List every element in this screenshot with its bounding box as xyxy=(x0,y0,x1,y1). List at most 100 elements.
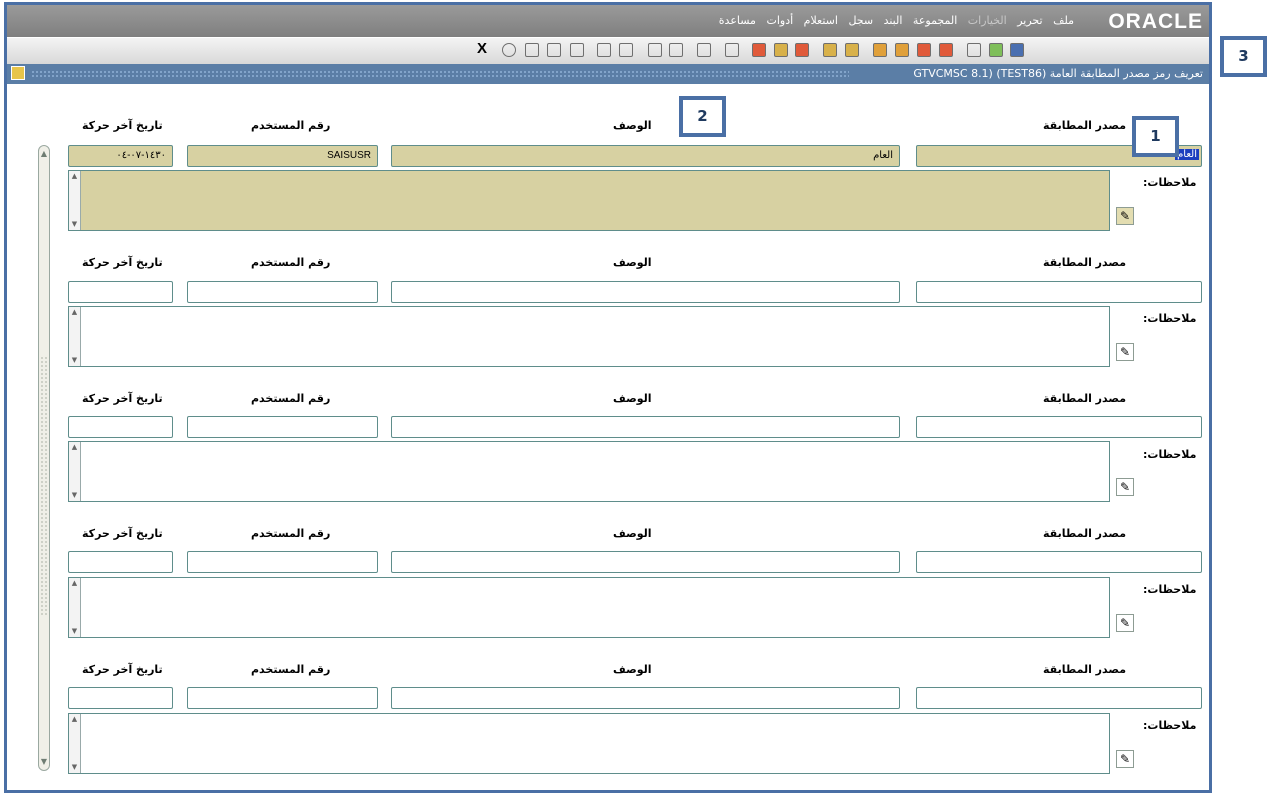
menu-block[interactable]: المجموعة xyxy=(913,14,957,27)
notes-scroll-down-icon[interactable]: ▼ xyxy=(70,763,79,772)
notes-scroll-up-icon[interactable]: ▲ xyxy=(70,172,79,181)
description-header: الوصف xyxy=(613,527,652,540)
enter-query-icon[interactable] xyxy=(795,43,809,57)
notes-scroll-up-icon[interactable]: ▲ xyxy=(70,443,79,452)
menu-query[interactable]: استعلام xyxy=(804,14,838,27)
scroll-down-icon[interactable]: ▼ xyxy=(39,757,49,767)
back-icon[interactable] xyxy=(570,43,584,57)
notes-scrollbar[interactable]: ▲ ▼ xyxy=(69,578,81,637)
user-id-header: رقم المستخدم xyxy=(251,256,331,269)
notes-field[interactable]: ▲ ▼ xyxy=(68,441,1110,502)
user-id-field[interactable]: SAISUSR xyxy=(187,145,378,167)
attachment-icon[interactable] xyxy=(725,43,739,57)
user-id-field[interactable] xyxy=(187,416,378,438)
next-block-icon[interactable] xyxy=(619,43,633,57)
notes-field[interactable]: ▲ ▼ xyxy=(68,713,1110,774)
notes-field[interactable]: ▲ ▼ xyxy=(68,306,1110,367)
next-item-icon[interactable] xyxy=(939,43,953,57)
edit-notes-pencil-icon[interactable]: ✎ xyxy=(1116,343,1134,361)
description-field[interactable] xyxy=(391,551,900,573)
last-activity-date-header: تاريخ آخر حركة xyxy=(82,663,163,676)
description-field[interactable] xyxy=(391,281,900,303)
user-id-header: رقم المستخدم xyxy=(251,527,331,540)
blank-page-icon[interactable] xyxy=(967,43,981,57)
notes-scrollbar[interactable]: ▲ ▼ xyxy=(69,307,81,366)
help-icon[interactable] xyxy=(502,43,516,57)
edit-notes-pencil-icon[interactable]: ✎ xyxy=(1116,478,1134,496)
insert-record-icon[interactable] xyxy=(873,43,887,57)
description-field[interactable] xyxy=(391,416,900,438)
user-id-field[interactable] xyxy=(187,687,378,709)
cancel-query-icon[interactable] xyxy=(752,43,766,57)
execute-query-icon[interactable] xyxy=(774,43,788,57)
menu-help[interactable]: مساعدة xyxy=(719,14,756,27)
edit-notes-pencil-icon[interactable]: ✎ xyxy=(1116,207,1134,225)
notes-field[interactable]: ▲ ▼ xyxy=(68,577,1110,638)
description-header: الوصف xyxy=(613,256,652,269)
last-activity-date-field[interactable]: ١٤٣٠-٠٧-٠٤ xyxy=(68,145,173,167)
menu-edit[interactable]: تحرير xyxy=(1017,14,1042,27)
last-activity-date-field[interactable] xyxy=(68,687,173,709)
notes-scroll-up-icon[interactable]: ▲ xyxy=(70,308,79,317)
previous-block-icon[interactable] xyxy=(597,43,611,57)
user-id-field[interactable] xyxy=(187,551,378,573)
user-id-value: SAISUSR xyxy=(327,150,371,161)
source-field[interactable] xyxy=(916,687,1202,709)
source-field[interactable] xyxy=(916,281,1202,303)
rollback-icon[interactable] xyxy=(845,43,859,57)
undo-icon[interactable] xyxy=(989,43,1003,57)
edit-notes-pencil-icon[interactable]: ✎ xyxy=(1116,614,1134,632)
last-activity-date-field[interactable] xyxy=(68,416,173,438)
crosshair-icon[interactable] xyxy=(547,43,561,57)
source-header: مصدر المطابقة xyxy=(1043,256,1127,269)
window-title: تعريف رمز مصدر المطابقة العامة GTVCMSC 8… xyxy=(913,67,1203,80)
scroll-thumb[interactable] xyxy=(40,356,48,616)
menu-item[interactable]: البند xyxy=(884,14,903,27)
notes-scroll-down-icon[interactable]: ▼ xyxy=(70,627,79,636)
scroll-up-icon[interactable]: ▲ xyxy=(39,149,49,159)
next-record-icon[interactable] xyxy=(669,43,683,57)
menu-options[interactable]: الخيارات xyxy=(968,14,1007,27)
exit-button[interactable]: X xyxy=(477,40,487,57)
date-value: ١٤٣٠-٠٧-٠٤ xyxy=(116,150,166,161)
notes-scroll-down-icon[interactable]: ▼ xyxy=(70,356,79,365)
notes-field[interactable]: ▲ ▼ xyxy=(68,170,1110,231)
last-activity-date-field[interactable] xyxy=(68,551,173,573)
previous-item-icon[interactable] xyxy=(917,43,931,57)
save-icon[interactable] xyxy=(1010,43,1024,57)
notes-scrollbar[interactable]: ▲ ▼ xyxy=(69,171,81,230)
user-id-header: رقم المستخدم xyxy=(251,392,331,405)
records-scrollbar[interactable]: ▲ ▼ xyxy=(38,145,50,771)
source-field[interactable] xyxy=(916,416,1202,438)
notes-scroll-up-icon[interactable]: ▲ xyxy=(70,579,79,588)
oracle-forms-window: ORACLE ملف تحرير الخيارات المجموعة البند… xyxy=(4,2,1212,793)
notes-scrollbar[interactable]: ▲ ▼ xyxy=(69,442,81,501)
description-field[interactable]: العام xyxy=(391,145,900,167)
count-query-icon[interactable] xyxy=(823,43,837,57)
notes-scroll-down-icon[interactable]: ▼ xyxy=(70,491,79,500)
menu-file[interactable]: ملف xyxy=(1053,14,1074,27)
source-field[interactable] xyxy=(916,551,1202,573)
user-id-header: رقم المستخدم xyxy=(251,119,331,132)
notes-scrollbar[interactable]: ▲ ▼ xyxy=(69,714,81,773)
notes-scroll-up-icon[interactable]: ▲ xyxy=(70,715,79,724)
description-value: العام xyxy=(873,150,893,161)
description-field[interactable] xyxy=(391,687,900,709)
notes-scroll-down-icon[interactable]: ▼ xyxy=(70,220,79,229)
remove-record-icon[interactable] xyxy=(895,43,909,57)
menu-record[interactable]: سجل xyxy=(848,14,873,27)
window-menu-icon[interactable] xyxy=(11,66,25,80)
callout-2: 2 xyxy=(679,96,726,137)
previous-record-icon[interactable] xyxy=(648,43,662,57)
description-header: الوصف xyxy=(613,119,652,132)
print-screen-icon[interactable] xyxy=(697,43,711,57)
notes-label: ملاحظات: xyxy=(1143,448,1197,461)
print-icon[interactable] xyxy=(525,43,539,57)
last-activity-date-header: تاريخ آخر حركة xyxy=(82,527,163,540)
form-title-bar: تعريف رمز مصدر المطابقة العامة GTVCMSC 8… xyxy=(7,64,1209,84)
last-activity-date-field[interactable] xyxy=(68,281,173,303)
user-id-field[interactable] xyxy=(187,281,378,303)
menu-tools[interactable]: أدوات xyxy=(766,14,793,27)
source-header: مصدر المطابقة xyxy=(1043,119,1127,132)
edit-notes-pencil-icon[interactable]: ✎ xyxy=(1116,750,1134,768)
